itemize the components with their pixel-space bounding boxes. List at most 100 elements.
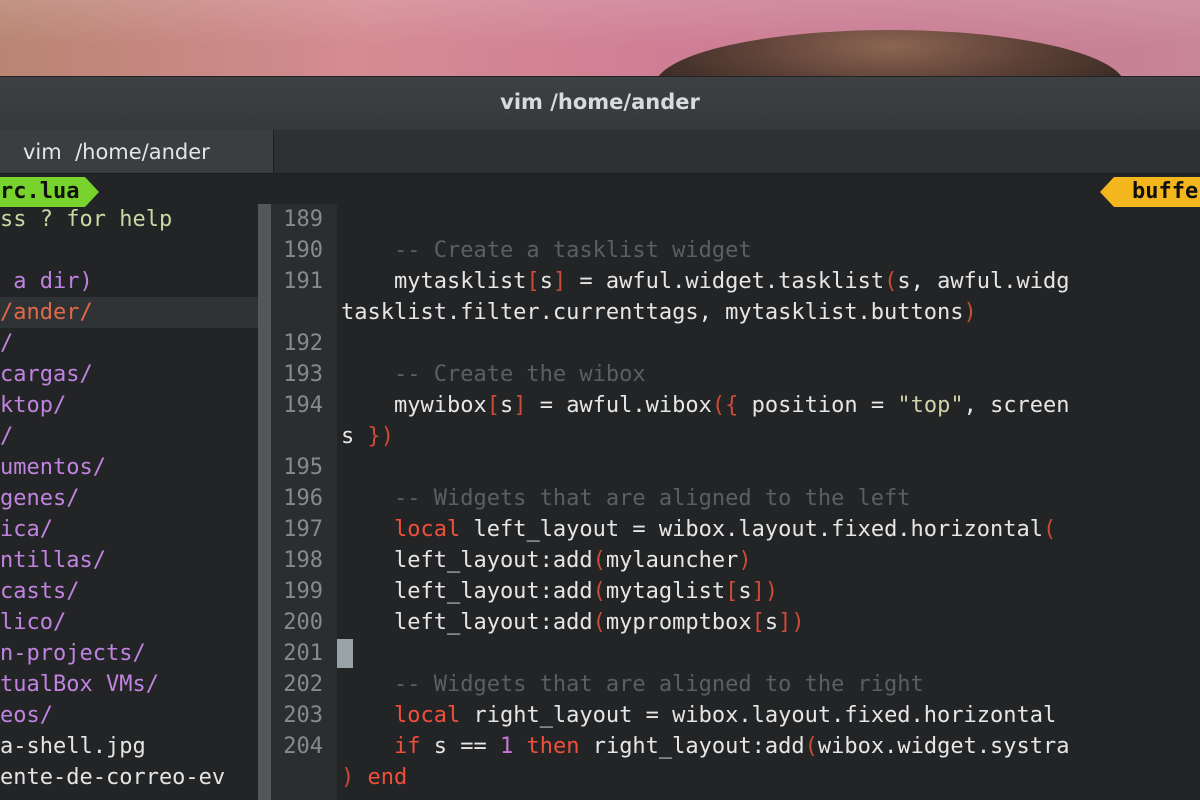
code-token: ]) (751, 579, 779, 604)
line-number: 192 (283, 331, 323, 356)
code-token: -- Create the wibox (341, 362, 646, 387)
line-number: 204 (283, 734, 323, 759)
code-token: [ (526, 269, 540, 294)
code-token: ] (513, 393, 527, 418)
window-titlebar[interactable]: vim /home/ander (0, 76, 1200, 130)
code-token: ] (552, 269, 567, 294)
code-line[interactable]: local right_layout = wibox.layout.fixed.… (341, 700, 1056, 731)
code-token: s (764, 610, 779, 635)
line-number: 200 (283, 610, 323, 635)
terminal-tab[interactable]: vim /home/ander (0, 130, 274, 173)
code-token: left_layout:add (341, 610, 593, 635)
window-title: vim /home/ander (500, 90, 700, 114)
code-token: [ (725, 579, 739, 604)
code-token: if (393, 734, 421, 759)
code-token: ) (341, 765, 355, 790)
nerdtree-dir-item[interactable]: / (0, 328, 13, 359)
code-token: ( (1043, 517, 1057, 542)
code-token: mypromptbox (605, 610, 752, 635)
line-number: 194 (283, 393, 323, 418)
code-line[interactable]: -- Widgets that are aligned to the left (341, 483, 911, 514)
line-number (271, 421, 323, 452)
code-token: s (539, 269, 553, 294)
nerdtree-file-item[interactable]: ente-de-correo-ev (0, 762, 225, 793)
code-line[interactable]: mywibox[s] = awful.wibox({ position = "t… (341, 390, 1070, 421)
line-number: 198 (283, 548, 323, 573)
code-token: ( (804, 734, 818, 759)
code-line[interactable]: left_layout:add(mytaglist[s]) (341, 576, 778, 607)
code-token: left_layout:add (341, 548, 593, 573)
nerdtree-dir-item[interactable]: ica/ (0, 514, 53, 545)
code-token: s (738, 579, 752, 604)
line-number: 202 (283, 672, 323, 697)
code-line[interactable]: if s == 1 then right_layout:add(wibox.wi… (341, 731, 1070, 762)
code-line[interactable]: left_layout:add(mylauncher) (341, 545, 752, 576)
code-token: ( (592, 548, 606, 573)
code-token: -- Widgets that are aligned to the left (341, 486, 911, 511)
code-line[interactable]: mytasklist[s] = awful.widget.tasklist(s,… (341, 266, 1070, 297)
nerdtree-dir-item[interactable]: casts/ (0, 576, 79, 607)
nerdtree-dir-item[interactable]: a dir) (0, 266, 92, 297)
code-line[interactable]: ) end (341, 762, 407, 793)
code-token: ]) (778, 610, 805, 635)
line-number-gutter: 189 190 191 192 193 194 195 196 197 198 199 200 201 2… (271, 204, 337, 800)
line-number: 190 (283, 238, 323, 263)
nerdtree-dir-item[interactable]: cargas/ (0, 359, 93, 390)
window-split-separator[interactable] (258, 204, 271, 800)
vim-editor[interactable]: rc.lua buffe ss ? for help a dir)/ander/… (0, 174, 1200, 800)
code-token: ( (884, 269, 898, 294)
code-token: s, awful.widg (897, 269, 1070, 294)
code-buffer[interactable]: -- Create a tasklist widget mytasklist[s… (337, 204, 1200, 800)
code-token: s (499, 393, 514, 418)
code-line[interactable]: left_layout:add(mypromptbox[s]) (341, 607, 805, 638)
nerdtree-dir-item[interactable]: lico/ (0, 607, 66, 638)
code-token: s == (420, 734, 500, 759)
nerdtree-dir-item[interactable]: genes/ (0, 483, 79, 514)
code-token: s (341, 424, 368, 449)
code-token: = awful.wibox (526, 393, 712, 418)
code-token: 1 (499, 734, 514, 759)
code-line[interactable]: tasklist.filter.currenttags, mytasklist.… (341, 297, 977, 328)
code-token: position = (738, 393, 898, 418)
nerdtree-root-item[interactable]: /ander/ (0, 297, 93, 328)
nerdtree-dir-item[interactable]: / (0, 421, 13, 452)
code-token: -- Create a tasklist widget (341, 238, 752, 263)
code-line[interactable]: -- Create the wibox (341, 359, 646, 390)
code-token: [ (486, 393, 500, 418)
line-number: 203 (283, 703, 323, 728)
code-token: mytasklist (341, 269, 527, 294)
code-token: ({ (711, 393, 739, 418)
code-token: right_layout = wibox.layout.fixed.horizo… (460, 703, 1057, 728)
line-number: 201 (283, 641, 323, 666)
nerdtree-dir-item[interactable]: ktop/ (0, 390, 66, 421)
code-token: , screen (963, 393, 1070, 418)
code-line[interactable]: -- Widgets that are aligned to the right (341, 669, 924, 700)
code-token: ) (963, 300, 977, 325)
code-token: ( (592, 579, 606, 604)
nerdtree-dir-item[interactable]: tualBox VMs/ (0, 669, 159, 700)
buffer-tab-badge: buffe (1100, 177, 1200, 207)
line-number: 196 (283, 486, 323, 511)
code-token: mywibox (341, 393, 487, 418)
code-line[interactable]: local left_layout = wibox.layout.fixed.h… (341, 514, 1056, 545)
terminal-tab-label: vim /home/ander (23, 140, 210, 164)
code-line[interactable]: -- Create a tasklist widget (341, 235, 752, 266)
code-token: end (367, 765, 408, 790)
line-number: 193 (283, 362, 323, 387)
nerdtree-dir-item[interactable]: n-projects/ (0, 638, 146, 669)
code-token: }) (367, 424, 395, 449)
nerdtree-panel[interactable]: ss ? for help a dir)/ander// cargas/ktop/… (0, 204, 258, 800)
code-token: = awful.widget.tasklist (566, 269, 885, 294)
nerdtree-dir-item[interactable]: eos/ (0, 700, 53, 731)
code-token: then (526, 734, 580, 759)
nerdtree-dir-item[interactable]: ntillas/ (0, 545, 106, 576)
code-token: mylauncher (605, 548, 739, 573)
nerdtree-buffer-badge: rc.lua (0, 177, 101, 207)
nerdtree-dir-item[interactable]: umentos/ (0, 452, 106, 483)
nerdtree-file-item[interactable]: a-shell.jpg (0, 731, 146, 762)
line-number: 191 (283, 269, 323, 294)
code-line[interactable]: s }) (341, 421, 394, 452)
line-number (271, 297, 323, 328)
